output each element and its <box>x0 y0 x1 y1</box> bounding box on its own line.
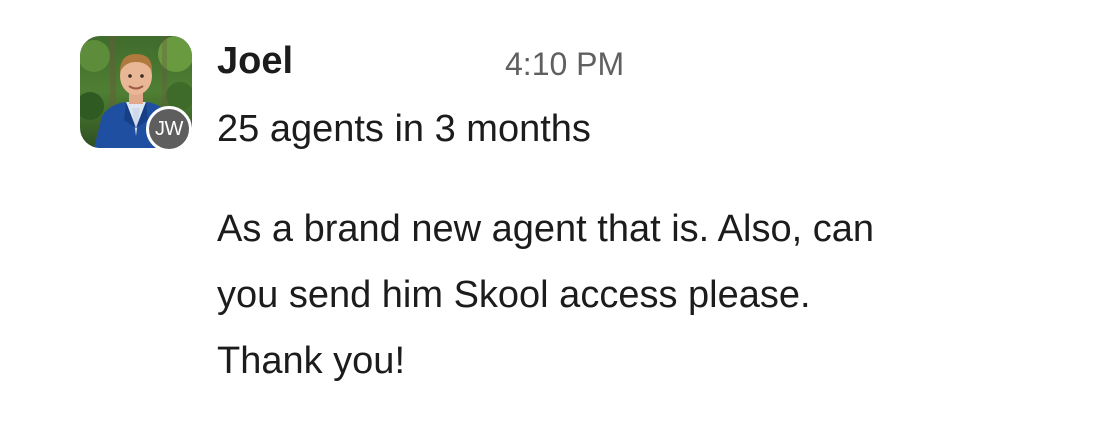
message-body-line: you send him Skool access please. <box>217 274 811 316</box>
message-timestamp[interactable]: 4:10 PM <box>505 44 624 84</box>
message-body: As a brand new agent that is. Also, can … <box>217 196 1057 394</box>
message-body-line: Thank you! <box>217 340 405 382</box>
initials-badge: JW <box>146 106 192 152</box>
sender-name[interactable]: Joel <box>217 38 293 84</box>
message-body-line: As a brand new agent that is. Also, can <box>217 208 874 250</box>
message-subject: 25 agents in 3 months <box>217 108 591 150</box>
chat-message: JW Joel 4:10 PM 25 agents in 3 months As… <box>0 0 1114 438</box>
